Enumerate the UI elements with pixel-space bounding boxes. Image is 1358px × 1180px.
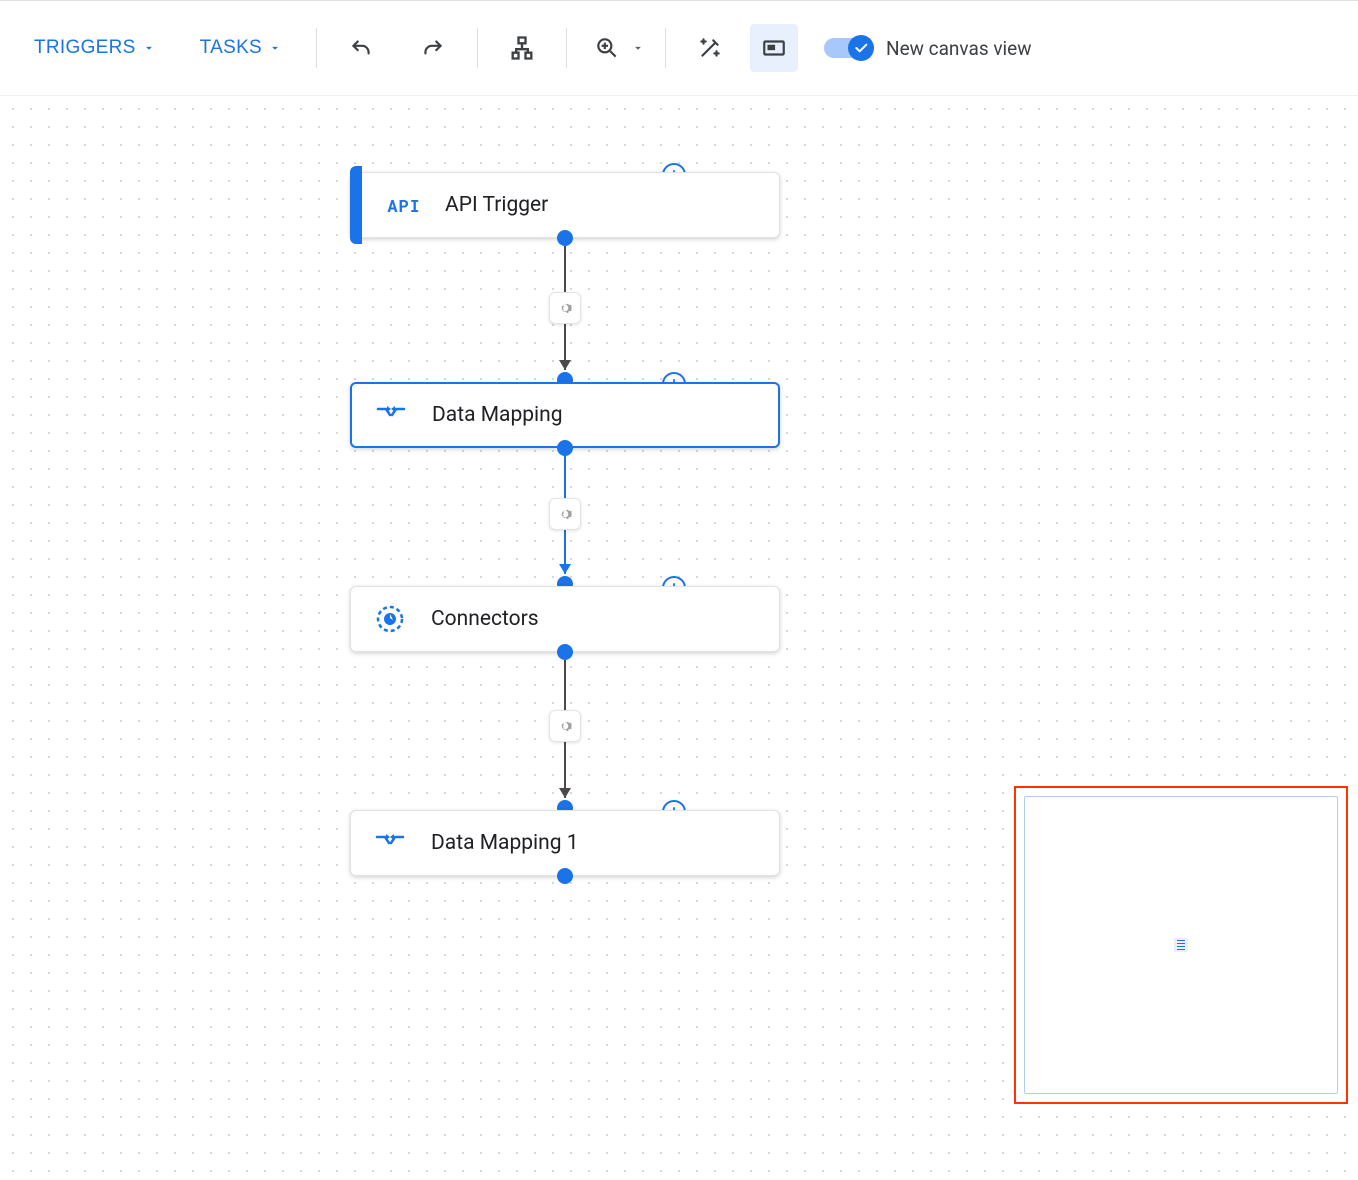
tasks-dropdown[interactable]: TASKS xyxy=(186,29,296,67)
toggle-knob xyxy=(848,35,874,61)
edge-settings-button[interactable] xyxy=(549,710,581,742)
gear-icon xyxy=(555,716,575,736)
caret-down-icon xyxy=(142,41,156,55)
arrowhead-icon xyxy=(559,360,571,370)
output-port[interactable] xyxy=(557,440,573,456)
connectors-icon xyxy=(373,604,407,634)
undo-button[interactable] xyxy=(337,24,385,72)
edge-settings-button[interactable] xyxy=(549,292,581,324)
divider xyxy=(316,28,317,68)
arrowhead-icon xyxy=(559,788,571,798)
data-mapping-icon xyxy=(373,831,407,855)
node-label: Connectors xyxy=(431,607,539,631)
minimap-viewport[interactable] xyxy=(1024,796,1338,1094)
magic-wand-icon xyxy=(697,35,723,61)
node-data-mapping[interactable]: Data Mapping xyxy=(350,382,780,448)
node-label: API Trigger xyxy=(445,193,548,217)
toggle-label: New canvas view xyxy=(886,37,1032,60)
zoom-control[interactable] xyxy=(587,24,645,72)
node-data-mapping-1[interactable]: Data Mapping 1 xyxy=(350,810,780,876)
arrowhead-icon xyxy=(559,564,571,574)
layout-icon xyxy=(508,34,536,62)
check-icon xyxy=(853,40,869,56)
caret-down-icon xyxy=(268,41,282,55)
triggers-dropdown[interactable]: TRIGGERS xyxy=(20,29,170,67)
gear-icon xyxy=(555,298,575,318)
minimap-icon xyxy=(761,35,787,61)
minimap-content-icon xyxy=(1174,938,1188,952)
toggle-switch[interactable] xyxy=(824,38,872,58)
zoom-icon xyxy=(594,35,620,61)
caret-down-icon xyxy=(631,41,645,55)
output-port[interactable] xyxy=(557,230,573,246)
toolbar: TRIGGERS TASKS New canvas view xyxy=(0,0,1358,96)
magic-wand-button[interactable] xyxy=(686,24,734,72)
redo-button[interactable] xyxy=(409,24,457,72)
divider xyxy=(477,28,478,68)
canvas[interactable]: API API Trigger Data Mapping xyxy=(0,96,1358,1180)
triggers-label: TRIGGERS xyxy=(34,37,136,59)
output-port[interactable] xyxy=(557,644,573,660)
node-label: Data Mapping xyxy=(432,403,563,427)
flow-container: API API Trigger Data Mapping xyxy=(350,172,780,1072)
node-connectors[interactable]: Connectors xyxy=(350,586,780,652)
minimap[interactable] xyxy=(1014,786,1348,1104)
gear-icon xyxy=(555,504,575,524)
node-api-trigger[interactable]: API API Trigger xyxy=(350,172,780,238)
canvas-view-toggle: New canvas view xyxy=(824,37,1032,60)
minimap-toggle-button[interactable] xyxy=(750,24,798,72)
data-mapping-icon xyxy=(374,403,408,427)
zoom-button[interactable] xyxy=(587,24,627,72)
undo-icon xyxy=(348,35,374,61)
divider xyxy=(566,28,567,68)
api-icon: API xyxy=(387,194,421,217)
layout-button[interactable] xyxy=(498,24,546,72)
tasks-label: TASKS xyxy=(200,37,262,59)
output-port[interactable] xyxy=(557,868,573,884)
divider xyxy=(665,28,666,68)
node-accent xyxy=(350,166,362,244)
node-label: Data Mapping 1 xyxy=(431,831,579,855)
edge-settings-button[interactable] xyxy=(549,498,581,530)
redo-icon xyxy=(420,35,446,61)
